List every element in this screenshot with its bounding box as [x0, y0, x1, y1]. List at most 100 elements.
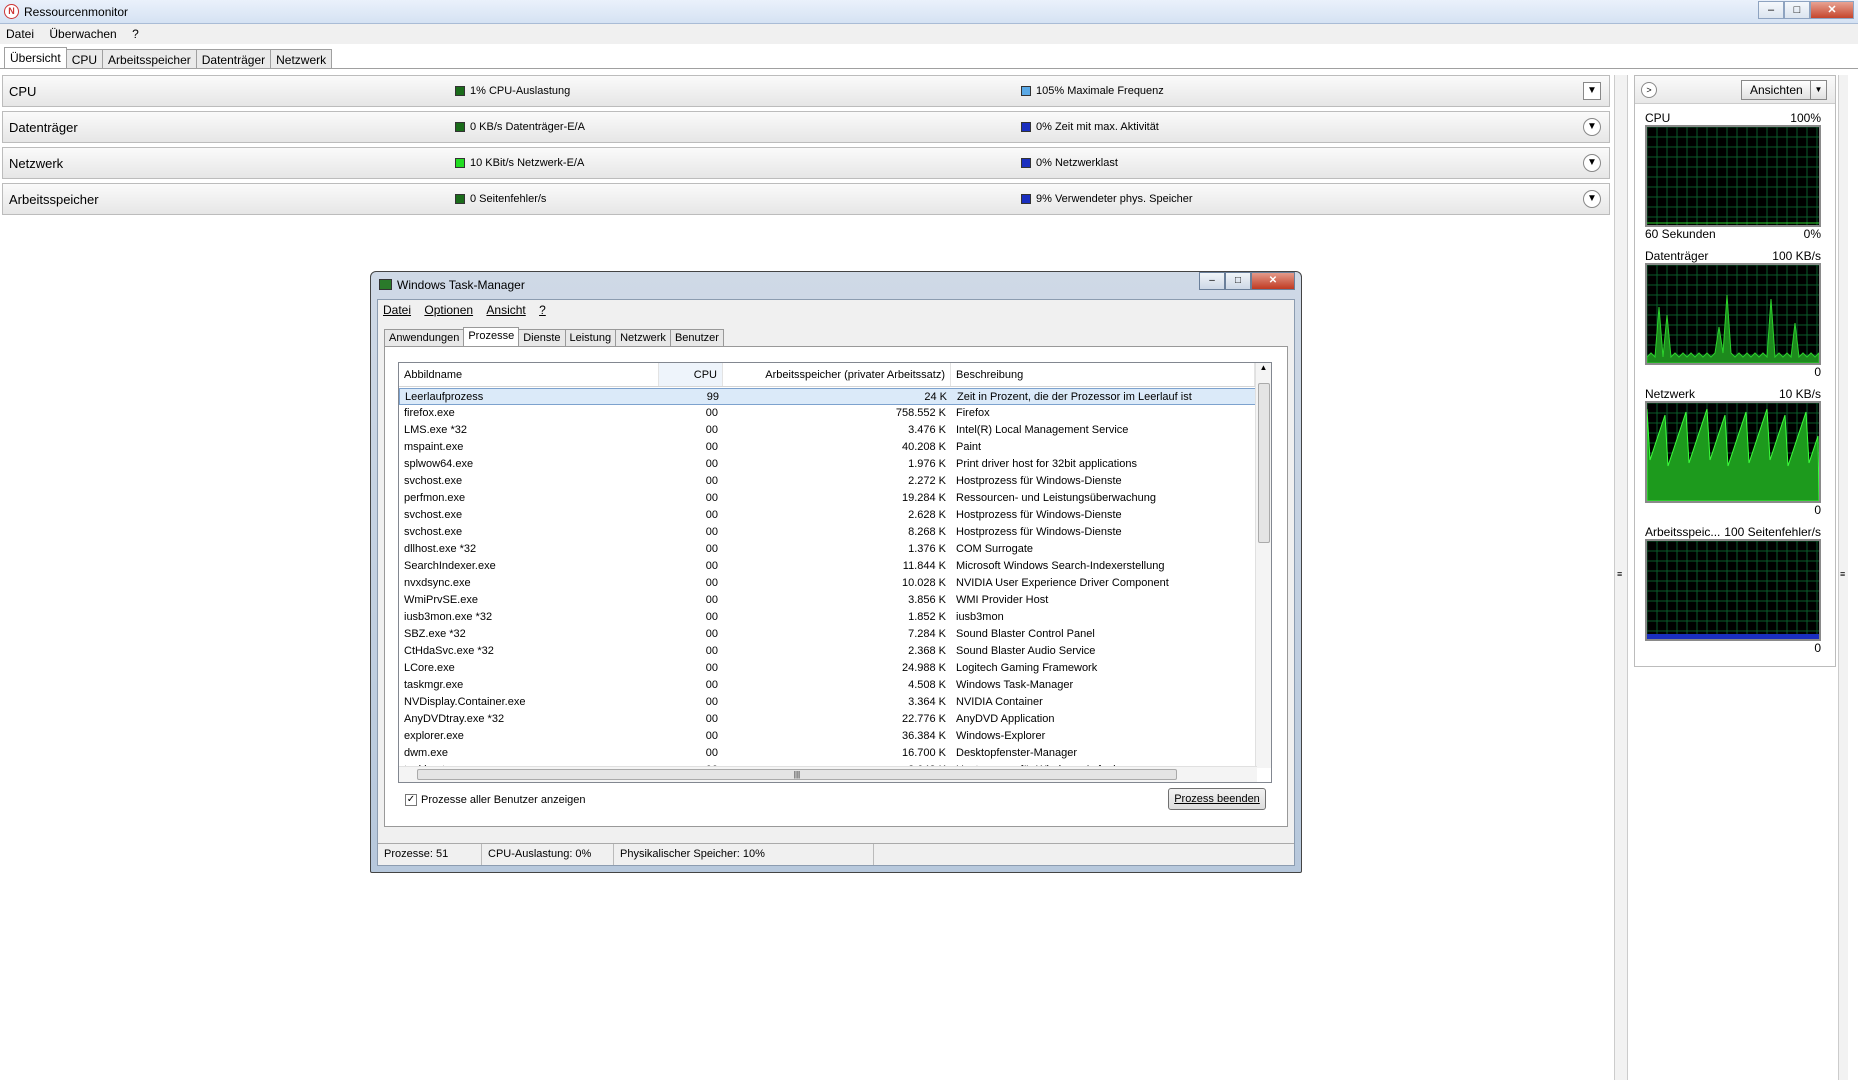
- section-metric: 105% Maximale Frequenz: [1036, 85, 1164, 97]
- maximize-button[interactable]: □: [1784, 1, 1810, 19]
- checkbox-checked-icon[interactable]: ✓: [405, 794, 417, 806]
- section-datentraeger[interactable]: Datenträger 0 KB/s Datenträger-E/A 0% Ze…: [2, 111, 1610, 143]
- tm-maximize-button[interactable]: □: [1225, 272, 1251, 290]
- table-cell: 4.508 K: [908, 679, 946, 691]
- process-list[interactable]: Abbildname CPU Arbeitsspeicher (privater…: [398, 362, 1272, 783]
- tab-uebersicht[interactable]: Übersicht: [4, 47, 67, 69]
- legend-swatch: [1021, 194, 1031, 204]
- end-process-button[interactable]: Prozess beenden: [1168, 788, 1266, 810]
- main-tabs: Übersicht CPU Arbeitsspeicher Datenträge…: [4, 47, 333, 69]
- right-scrollbar[interactable]: ≡: [1838, 75, 1848, 1080]
- close-button[interactable]: ✕: [1810, 1, 1854, 19]
- table-row[interactable]: firefox.exe 00 758.552 K Firefox: [399, 405, 1257, 422]
- tm-menu-help[interactable]: ?: [534, 303, 551, 317]
- tab-cpu[interactable]: CPU: [65, 49, 104, 69]
- tab-datentraeger[interactable]: Datenträger: [195, 49, 272, 69]
- table-row[interactable]: SearchIndexer.exe 00 11.844 K Microsoft Win…: [399, 558, 1257, 575]
- table-cell: AnyDVD Application: [956, 713, 1055, 725]
- table-row[interactable]: AnyDVDtray.exe *32 00 22.776 K AnyDVD Appli…: [399, 711, 1257, 728]
- table-row[interactable]: LMS.exe *32 00 3.476 K Intel(R) Local Manag…: [399, 422, 1257, 439]
- graph-panel: > Ansichten ▼ CPU 100% 60 Sekunden 0% Datentr…: [1634, 75, 1836, 667]
- tab-tm-netzwerk[interactable]: Netzwerk: [615, 329, 671, 347]
- table-cell: 00: [705, 424, 718, 436]
- tab-benutzer[interactable]: Benutzer: [669, 329, 724, 347]
- col-header-cpu[interactable]: CPU: [659, 363, 723, 386]
- section-title: Netzwerk: [9, 156, 64, 171]
- expand-panel-icon[interactable]: >: [1641, 82, 1657, 98]
- tab-arbeitsspeicher[interactable]: Arbeitsspeicher: [102, 49, 197, 69]
- menu-datei[interactable]: Datei: [0, 24, 40, 44]
- table-row[interactable]: svchost.exe 00 2.628 K Hostprozess für Wind…: [399, 507, 1257, 524]
- section-metric: 0 Seitenfehler/s: [470, 193, 547, 205]
- minimize-button[interactable]: –: [1758, 1, 1784, 19]
- table-row[interactable]: Leerlaufprozess 99 24 K Zeit in Prozent, di…: [399, 388, 1257, 405]
- table-cell: perfmon.exe: [404, 492, 466, 504]
- graph-block: Arbeitsspeic... 100 Seitenfehler/s 0: [1645, 525, 1821, 655]
- expand-icon[interactable]: ▼: [1583, 154, 1601, 172]
- table-row[interactable]: perfmon.exe 00 19.284 K Ressourcen- und Lei…: [399, 490, 1257, 507]
- table-cell: taskmgr.exe: [404, 679, 464, 691]
- collapse-icon[interactable]: ▼: [1583, 82, 1601, 100]
- table-cell: 10.028 K: [901, 577, 946, 589]
- table-cell: splwow64.exe: [404, 458, 474, 470]
- expand-icon[interactable]: ▼: [1583, 190, 1601, 208]
- table-cell: 22.776 K: [901, 713, 946, 725]
- table-cell: 00: [705, 560, 718, 572]
- section-netzwerk[interactable]: Netzwerk 10 KBit/s Netzwerk-E/A 0% Netzw…: [2, 147, 1610, 179]
- tm-menu-datei[interactable]: Datei: [378, 303, 416, 317]
- tab-netzwerk[interactable]: Netzwerk: [270, 49, 333, 69]
- table-cell: 19.284 K: [901, 492, 946, 504]
- table-cell: dllhost.exe *32: [404, 543, 477, 555]
- section-cpu[interactable]: CPU 1% CPU-Auslastung 105% Maximale Freq…: [2, 75, 1610, 107]
- task-manager-window[interactable]: Windows Task-Manager – □ ✕ Datei Optione…: [370, 271, 1302, 873]
- tm-close-button[interactable]: ✕: [1251, 272, 1295, 290]
- menu-ueberwachen[interactable]: Überwachen: [43, 24, 122, 44]
- section-arbeitsspeicher[interactable]: Arbeitsspeicher 0 Seitenfehler/s 9% Verw…: [2, 183, 1610, 215]
- table-row[interactable]: splwow64.exe 00 1.976 K Print driver host f…: [399, 456, 1257, 473]
- tm-menu-optionen[interactable]: Optionen: [419, 303, 478, 317]
- views-dropdown[interactable]: Ansichten ▼: [1741, 80, 1827, 100]
- col-header-arbeitsspeicher[interactable]: Arbeitsspeicher (privater Arbeitssatz): [723, 363, 951, 386]
- table-row[interactable]: iusb3mon.exe *32 00 1.852 K iusb3mon: [399, 609, 1257, 626]
- show-all-users-checkbox[interactable]: ✓ Prozesse aller Benutzer anzeigen: [405, 794, 585, 806]
- table-cell: AnyDVDtray.exe *32: [404, 713, 505, 725]
- table-row[interactable]: explorer.exe 00 36.384 K Windows-Explorer: [399, 728, 1257, 745]
- tm-tabs: Anwendungen Prozesse Dienste Leistung Ne…: [384, 327, 724, 347]
- table-row[interactable]: CtHdaSvc.exe *32 00 2.368 K Sound Blaster A…: [399, 643, 1257, 660]
- col-header-beschreibung[interactable]: Beschreibung: [951, 363, 1255, 386]
- graph-min: 0: [1814, 503, 1821, 517]
- list-vertical-scrollbar[interactable]: ▲: [1255, 363, 1271, 768]
- table-cell: 00: [705, 492, 718, 504]
- table-cell: Print driver host for 32bit applications: [956, 458, 1137, 470]
- tm-menu-ansicht[interactable]: Ansicht: [481, 303, 530, 317]
- table-cell: dwm.exe: [404, 747, 449, 759]
- table-row[interactable]: nvxdsync.exe 00 10.028 K NVIDIA User Experi…: [399, 575, 1257, 592]
- task-manager-title: Windows Task-Manager: [397, 278, 525, 292]
- table-row[interactable]: svchost.exe 00 2.272 K Hostprozess für Wind…: [399, 473, 1257, 490]
- table-row[interactable]: WmiPrvSE.exe 00 3.856 K WMI Provider Host: [399, 592, 1257, 609]
- tm-minimize-button[interactable]: –: [1199, 272, 1225, 290]
- table-row[interactable]: dwm.exe 00 16.700 K Desktopfenster-Manager: [399, 745, 1257, 762]
- tab-anwendungen[interactable]: Anwendungen: [384, 329, 465, 347]
- table-cell: 24 K: [924, 391, 947, 403]
- panel-splitter[interactable]: ≡: [1614, 75, 1628, 1080]
- col-header-abbildname[interactable]: Abbildname: [399, 363, 659, 386]
- section-metric: 0 KB/s Datenträger-E/A: [470, 121, 585, 133]
- table-row[interactable]: SBZ.exe *32 00 7.284 K Sound Blaster Contro…: [399, 626, 1257, 643]
- tab-prozesse[interactable]: Prozesse: [463, 327, 520, 347]
- table-cell: 00: [705, 713, 718, 725]
- table-row[interactable]: LCore.exe 00 24.988 K Logitech Gaming Frame…: [399, 660, 1257, 677]
- list-horizontal-scrollbar[interactable]: |||: [399, 766, 1257, 782]
- table-row[interactable]: dllhost.exe *32 00 1.376 K COM Surrogate: [399, 541, 1257, 558]
- table-row[interactable]: mspaint.exe 00 40.208 K Paint: [399, 439, 1257, 456]
- table-cell: Windows Task-Manager: [956, 679, 1074, 691]
- menu-help[interactable]: ?: [126, 24, 145, 44]
- table-row[interactable]: taskmgr.exe 00 4.508 K Windows Task-Manager: [399, 677, 1257, 694]
- expand-icon[interactable]: ▼: [1583, 118, 1601, 136]
- table-cell: 1.376 K: [908, 543, 946, 555]
- table-row[interactable]: svchost.exe 00 8.268 K Hostprozess für Wind…: [399, 524, 1257, 541]
- tab-leistung[interactable]: Leistung: [564, 329, 617, 347]
- tab-dienste[interactable]: Dienste: [518, 329, 566, 347]
- list-header: Abbildname CPU Arbeitsspeicher (privater…: [399, 363, 1271, 387]
- table-row[interactable]: NVDisplay.Container.exe 00 3.364 K NVIDIA C…: [399, 694, 1257, 711]
